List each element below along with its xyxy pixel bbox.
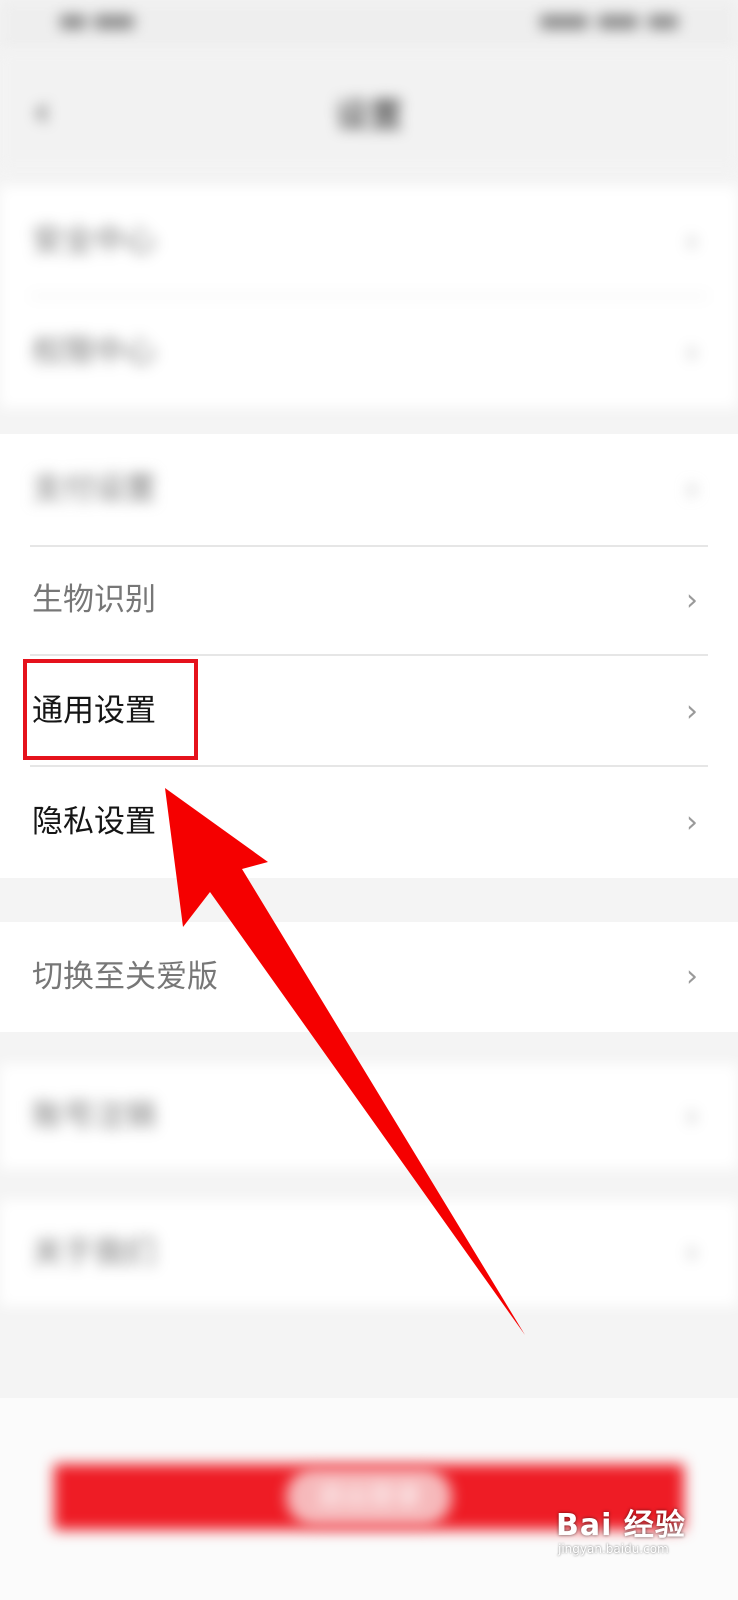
watermark-subtext: jingyan.baidu.com xyxy=(558,1542,669,1556)
watermark-text: Bai 经验 xyxy=(556,1508,686,1543)
baidu-jingyan-watermark: Bai 经验 jingyan.baidu.com xyxy=(556,1490,726,1570)
arrow-shape xyxy=(165,788,525,1335)
annotation-arrow xyxy=(165,788,525,1335)
